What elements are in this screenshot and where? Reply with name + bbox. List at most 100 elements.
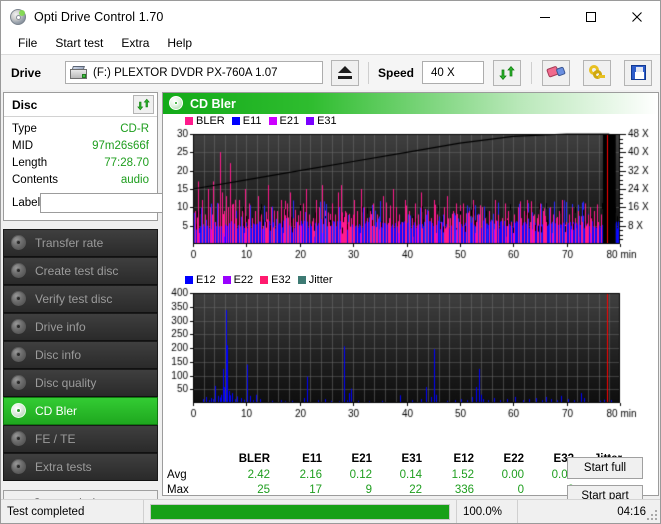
content-panel: CD Bler BLER E11 E21 bbox=[162, 92, 659, 496]
disc-panel-title: Disc bbox=[12, 98, 37, 112]
disc-row-length: Length 77:28.70 bbox=[12, 155, 149, 172]
resize-grip-icon[interactable] bbox=[647, 510, 657, 520]
stats-col-e12: E12 bbox=[422, 452, 474, 467]
menu-extra[interactable]: Extra bbox=[112, 34, 158, 52]
disc-icon bbox=[11, 431, 27, 447]
panel-title: CD Bler bbox=[190, 97, 236, 111]
chart-bottom-canvas bbox=[163, 287, 658, 432]
key-icon bbox=[589, 65, 606, 81]
menu-start-test[interactable]: Start test bbox=[46, 34, 112, 52]
app-window: Opti Drive Control 1.70 File Start test … bbox=[0, 0, 661, 524]
minimize-icon[interactable] bbox=[522, 1, 568, 32]
disc-label-caption: Label bbox=[12, 197, 40, 209]
eject-icon bbox=[338, 66, 352, 79]
key-button[interactable] bbox=[583, 60, 611, 86]
drive-select[interactable]: (F:) PLEXTOR DVDR PX-760A 1.07 bbox=[65, 61, 323, 84]
sidebar-item-drive-info[interactable]: Drive info bbox=[3, 313, 158, 341]
start-full-button[interactable]: Start full bbox=[567, 457, 643, 479]
table-row: Max 25 17 9 22 336 0 0 - bbox=[163, 482, 622, 497]
save-button[interactable] bbox=[624, 60, 652, 86]
legend-item-e22: E22 bbox=[223, 275, 254, 286]
disc-panel-header: Disc bbox=[4, 93, 157, 117]
disc-icon bbox=[11, 459, 27, 475]
sidebar-item-disc-info[interactable]: Disc info bbox=[3, 341, 158, 369]
stats-corner bbox=[163, 452, 215, 467]
app-disc-icon bbox=[9, 8, 27, 26]
stats-col-e31: E31 bbox=[372, 452, 422, 467]
refresh-disc-button[interactable] bbox=[133, 95, 154, 114]
status-bar: Test completed 100.0% 04:16 bbox=[1, 499, 660, 523]
sidebar-item-disc-quality[interactable]: Disc quality bbox=[3, 369, 158, 397]
menu-help[interactable]: Help bbox=[158, 34, 201, 52]
stats-col-e21: E21 bbox=[322, 452, 372, 467]
stats-cell: 2.16 bbox=[270, 467, 322, 482]
sidebar-item-label: Extra tests bbox=[35, 460, 92, 474]
eject-button[interactable] bbox=[331, 60, 359, 86]
sidebar-item-fe-te[interactable]: FE / TE bbox=[3, 425, 158, 453]
disc-contents-value: audio bbox=[121, 172, 149, 189]
stats-cell: 25 bbox=[215, 482, 270, 497]
stats-cell: 0.12 bbox=[322, 467, 372, 482]
disc-row-type: Type CD-R bbox=[12, 121, 149, 138]
table-row: Avg 2.42 2.16 0.12 0.14 1.52 0.00 0.00 - bbox=[163, 467, 622, 482]
disc-mid-value: 97m26s66f bbox=[92, 138, 149, 155]
left-column: Disc Type CD-R MID 97m26s66f bbox=[3, 92, 158, 516]
chart-bottom-plot-wrap bbox=[163, 287, 658, 432]
legend-item-e31: E31 bbox=[306, 116, 337, 127]
status-divider-1 bbox=[143, 500, 144, 524]
disc-icon bbox=[11, 291, 27, 307]
disc-icon bbox=[11, 403, 27, 419]
maximize-icon[interactable] bbox=[568, 1, 614, 32]
toolbar-divider-1 bbox=[368, 62, 369, 84]
refresh-button[interactable] bbox=[493, 60, 521, 86]
legend-label: E22 bbox=[234, 275, 254, 286]
legend-label: BLER bbox=[196, 116, 225, 127]
stats-cell: 0.14 bbox=[372, 467, 422, 482]
drive-label: Drive bbox=[11, 66, 55, 80]
legend-item-e32: E32 bbox=[260, 275, 291, 286]
chart-cd-bler-top: BLER E11 E21 E31 bbox=[163, 114, 658, 273]
sidebar-item-transfer-rate[interactable]: Transfer rate bbox=[3, 229, 158, 257]
close-icon[interactable] bbox=[614, 1, 660, 32]
legend-item-jitter: Jitter bbox=[298, 275, 333, 286]
sidebar-item-label: Verify test disc bbox=[35, 292, 112, 306]
speed-select[interactable]: 40 X bbox=[422, 61, 484, 84]
menu-file[interactable]: File bbox=[9, 34, 46, 52]
legend-label: E12 bbox=[196, 275, 216, 286]
stats-cell: 336 bbox=[422, 482, 474, 497]
progress-bar bbox=[150, 504, 450, 520]
sidebar-item-extra-tests[interactable]: Extra tests bbox=[3, 453, 158, 481]
sidebar-item-label: Transfer rate bbox=[35, 236, 103, 250]
sidebar-item-label: Disc quality bbox=[35, 376, 96, 390]
stats-col-e11: E11 bbox=[270, 452, 322, 467]
sidebar-item-label: FE / TE bbox=[35, 432, 75, 446]
stats-col-bler: BLER bbox=[215, 452, 270, 467]
legend-label: E21 bbox=[280, 116, 300, 127]
disc-type-label: Type bbox=[12, 121, 37, 138]
optical-drive-icon bbox=[70, 66, 87, 80]
legend-swatch-e31 bbox=[306, 117, 314, 125]
progress-percent: 100.0% bbox=[457, 506, 517, 518]
menu-bar: File Start test Extra Help bbox=[1, 32, 660, 54]
disc-row-mid: MID 97m26s66f bbox=[12, 138, 149, 155]
stats-row-label: Avg bbox=[163, 467, 215, 482]
chart-bottom-legend: E12 E22 E32 Jitter bbox=[163, 273, 658, 287]
sidebar-item-cd-bler[interactable]: CD Bler bbox=[3, 397, 158, 425]
legend-swatch-e32 bbox=[260, 276, 268, 284]
sidebar-item-create-test-disc[interactable]: Create test disc bbox=[3, 257, 158, 285]
legend-swatch-e12 bbox=[185, 276, 193, 284]
stats-cell: 0 bbox=[474, 482, 524, 497]
window-title: Opti Drive Control 1.70 bbox=[34, 10, 163, 24]
legend-item-e21: E21 bbox=[269, 116, 300, 127]
stats-cell: 2.42 bbox=[215, 467, 270, 482]
legend-item-bler: BLER bbox=[185, 116, 225, 127]
status-text: Test completed bbox=[1, 506, 143, 518]
legend-label: E11 bbox=[243, 116, 262, 127]
erase-button[interactable] bbox=[542, 60, 570, 86]
floppy-disk-icon bbox=[631, 65, 646, 80]
legend-label: E31 bbox=[317, 116, 337, 127]
chart-cd-bler-bottom: E12 E22 E32 Jitter bbox=[163, 273, 658, 432]
sidebar-item-verify-test-disc[interactable]: Verify test disc bbox=[3, 285, 158, 313]
disc-icon bbox=[11, 319, 27, 335]
disc-icon bbox=[11, 263, 27, 279]
